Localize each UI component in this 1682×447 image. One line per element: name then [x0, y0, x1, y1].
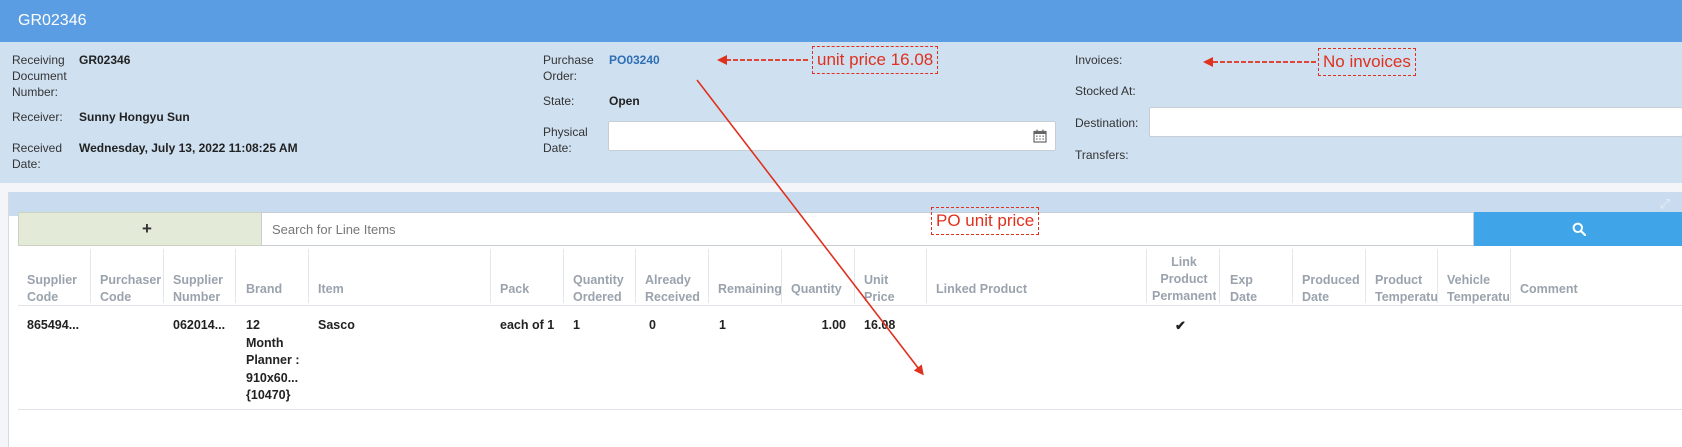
window-titlebar: GR02346: [0, 0, 1682, 42]
col-linked-product[interactable]: Linked Product: [936, 281, 1027, 298]
col-quantity-ordered[interactable]: Quantity Ordered: [573, 272, 637, 306]
receiver-label: Receiver:: [12, 110, 63, 124]
annotation-no-invoices: No invoices: [1318, 48, 1416, 76]
received-date-label: Received Date:: [12, 141, 63, 171]
window-title: GR02346: [18, 12, 87, 29]
col-pack[interactable]: Pack: [500, 281, 529, 298]
link-permanent-check-icon[interactable]: ✔: [1175, 317, 1186, 335]
col-remaining[interactable]: Remaining: [718, 281, 782, 298]
col-vehicle-temperature[interactable]: VehicleTemperature: [1447, 272, 1509, 306]
col-exp-date[interactable]: Exp Date: [1230, 272, 1286, 306]
receiving-doc-label: Receiving Document Number:: [12, 53, 67, 99]
cell-pack: each of 1: [500, 318, 555, 332]
physical-date-input[interactable]: [608, 121, 1056, 151]
destination-select[interactable]: [1149, 107, 1682, 137]
col-product-temperature[interactable]: ProductTemperature: [1375, 272, 1437, 306]
transfers-label: Transfers:: [1075, 148, 1129, 162]
purchase-order-link[interactable]: PO03240: [609, 52, 660, 68]
col-comment[interactable]: Comment: [1520, 281, 1580, 298]
search-button[interactable]: [1474, 212, 1682, 246]
cell-supplier-number: 062014...: [173, 318, 226, 332]
annotation-po-unit-price: unit price 16.08: [812, 46, 939, 74]
received-date-value: Wednesday, July 13, 2022 11:08:25 AM: [79, 141, 298, 155]
col-link-product-permanent[interactable]: Link Product Permanent: [1152, 254, 1216, 305]
cell-quantity-ordered: 1: [573, 318, 580, 332]
cell-quantity[interactable]: 1.00: [791, 317, 846, 335]
destination-label: Destination:: [1075, 116, 1139, 130]
col-already-received[interactable]: Already Received: [645, 272, 709, 306]
stocked-at-label: Stocked At:: [1075, 84, 1136, 98]
cell-remaining: 1: [719, 318, 726, 332]
col-brand[interactable]: Brand: [246, 281, 282, 298]
annotation-po-unit-price-label: PO unit price: [931, 207, 1040, 235]
expand-icon[interactable]: ⤢: [1657, 196, 1673, 212]
state-label: State:: [543, 94, 575, 108]
add-line-item-button[interactable]: +: [18, 212, 276, 246]
col-purchaser-code[interactable]: Purchaser Code: [100, 272, 164, 306]
cell-supplier-code: 865494...: [27, 318, 80, 332]
cell-brand: 12 Month Planner : 910x60... {10470}: [246, 318, 300, 402]
cell-item: Sasco: [318, 318, 355, 332]
purchase-order-label: Purchase Order:: [543, 53, 594, 83]
physical-date-label: Physical Date:: [543, 125, 588, 155]
line-items-panel: ⤢ + SupplierCode PurchaserCode SupplierN…: [8, 192, 1682, 447]
col-supplier-number[interactable]: Supplier Number: [173, 272, 237, 306]
cell-unit-price[interactable]: 16.08: [864, 317, 895, 335]
calendar-icon[interactable]: [1033, 129, 1047, 143]
col-quantity[interactable]: Quantity: [791, 281, 842, 298]
receiver-value: Sunny Hongyu Sun: [79, 110, 190, 124]
line-items-search-input[interactable]: [261, 212, 1474, 246]
col-unit-price[interactable]: Unit Price: [864, 272, 924, 306]
cell-already-received: 0: [649, 318, 656, 332]
state-value: Open: [609, 94, 640, 108]
col-supplier-code[interactable]: Supplier Code: [27, 272, 89, 306]
receiving-doc-value: GR02346: [79, 53, 131, 67]
invoices-label: Invoices:: [1075, 53, 1123, 67]
col-produced-date[interactable]: Produced Date: [1302, 272, 1366, 306]
search-icon: [1572, 222, 1586, 236]
col-item[interactable]: Item: [318, 281, 344, 298]
